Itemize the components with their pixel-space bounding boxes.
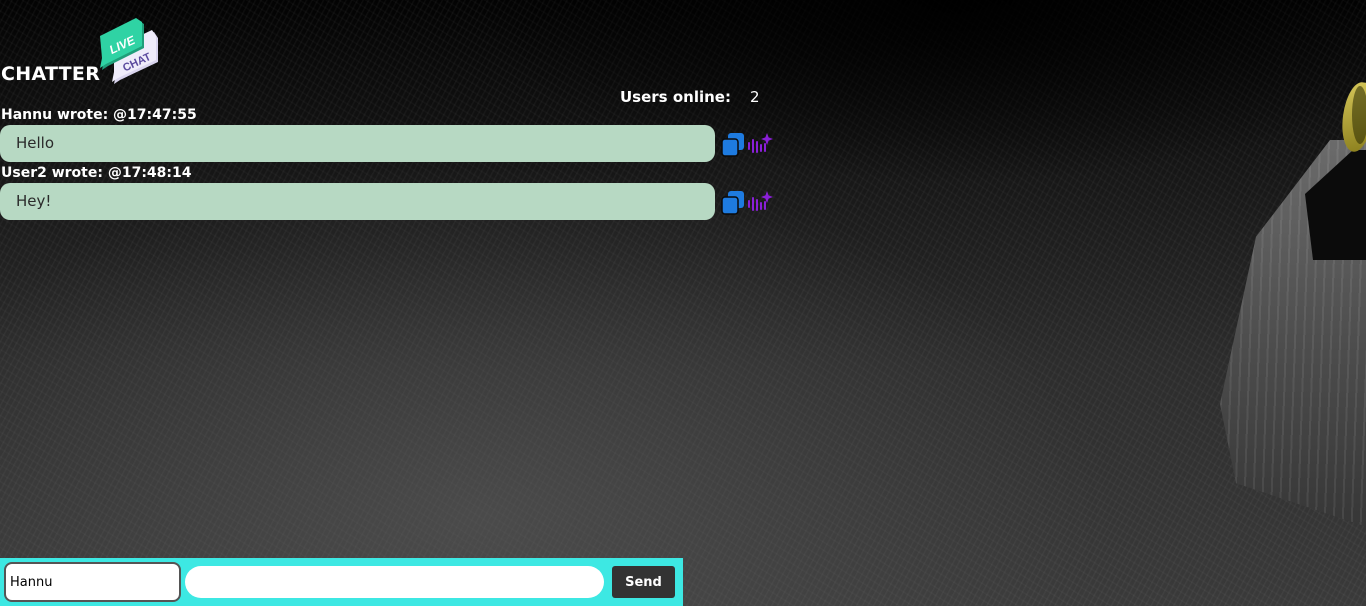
chat-message: Hannu wrote: @17:47:55 Hello bbox=[0, 107, 780, 165]
users-online-count: 2 bbox=[750, 88, 760, 106]
message-header: Hannu wrote: @17:47:55 bbox=[1, 107, 197, 123]
copy-icon[interactable] bbox=[721, 132, 745, 157]
chat-message: User2 wrote: @17:48:14 Hey! bbox=[0, 165, 780, 223]
text-to-speech-icon[interactable] bbox=[747, 189, 773, 215]
text-to-speech-icon[interactable] bbox=[747, 131, 773, 157]
users-online-indicator: Users online: 2 bbox=[620, 88, 760, 106]
app-title: CHATTER bbox=[1, 63, 101, 85]
message-bubble: Hey! bbox=[0, 183, 715, 220]
background-plant-leaf-shadow bbox=[1352, 86, 1366, 144]
copy-icon[interactable] bbox=[721, 190, 745, 215]
message-header: User2 wrote: @17:48:14 bbox=[1, 165, 192, 181]
message-input[interactable] bbox=[185, 566, 604, 598]
users-online-label: Users online: bbox=[620, 88, 731, 106]
username-input[interactable] bbox=[4, 562, 181, 602]
send-button[interactable]: Send bbox=[612, 566, 675, 598]
live-chat-logo-icon: CHAT LIVE bbox=[100, 18, 158, 84]
message-list: Hannu wrote: @17:47:55 Hello User2 wrote… bbox=[0, 107, 780, 223]
message-composer: Send bbox=[0, 558, 683, 606]
message-bubble: Hello bbox=[0, 125, 715, 162]
